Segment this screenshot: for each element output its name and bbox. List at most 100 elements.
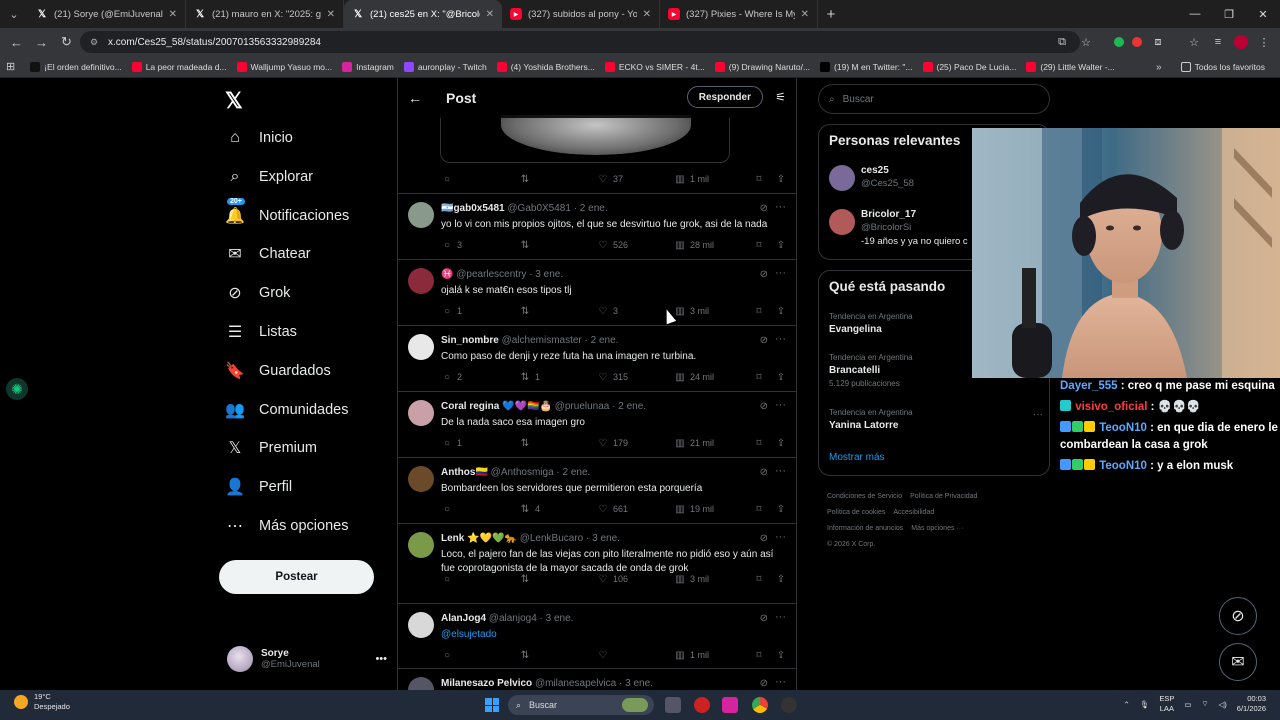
avatar[interactable] xyxy=(408,466,434,492)
share-action[interactable]: ⇪ xyxy=(775,372,787,383)
like-action[interactable]: ♡ 3 xyxy=(597,306,619,317)
reply-post[interactable]: ♓ @pearlescentry · 3 ene. ojalá k se mat€… xyxy=(398,259,796,325)
browser-tab[interactable]: 𝕏 (21) ces25 en X: "@BricolorSi P ✕ xyxy=(344,0,502,28)
views-action[interactable]: ▥ 1 mil xyxy=(674,650,709,661)
like-action[interactable]: ♡ 179 xyxy=(597,438,629,449)
footer-link[interactable]: Política de Privacidad xyxy=(910,493,977,500)
bookmark-item[interactable]: (29) Little Walter -... xyxy=(1021,61,1119,72)
reply-button[interactable]: Responder xyxy=(686,86,763,108)
reply-author-handle[interactable]: @pruelunaa · 2 ene. xyxy=(555,401,646,412)
minimize-icon[interactable]: — xyxy=(1178,0,1212,28)
repost-action[interactable]: ⇅ xyxy=(519,574,535,585)
bookmark-item[interactable]: ECKO vs SIMER - 4t... xyxy=(600,61,710,72)
avatar[interactable] xyxy=(408,532,434,558)
grok-fab-icon[interactable]: ⊘ xyxy=(1219,597,1257,635)
tab-close-icon[interactable]: ✕ xyxy=(643,9,651,20)
more-icon[interactable]: ••• xyxy=(375,653,387,665)
share-action[interactable]: ⇪ xyxy=(775,306,787,317)
x-logo-icon[interactable]: 𝕏 xyxy=(225,88,243,114)
restore-icon[interactable]: ❐ xyxy=(1212,0,1246,28)
sidebar-item-guardados[interactable]: 🔖 Guardados xyxy=(225,361,331,381)
repost-action[interactable]: ⇅ 1 xyxy=(519,372,540,383)
views-action[interactable]: ▥ 3 mil xyxy=(674,574,709,585)
bookmark-action[interactable]: ⌑ xyxy=(753,438,765,449)
grok-explain-icon[interactable]: ⊘ xyxy=(760,401,768,412)
footer-link[interactable]: Accesibilidad xyxy=(893,509,934,516)
avatar[interactable] xyxy=(408,677,434,690)
back-icon[interactable]: ← xyxy=(4,28,29,56)
reply-author-handle[interactable]: @alanjog4 · 3 ene. xyxy=(489,613,574,624)
reply-post[interactable]: Coral regina 💙💜🏳️‍🌈🎂 @pruelunaa · 2 ene.… xyxy=(398,391,796,457)
like-action[interactable]: ♡ 37 xyxy=(597,174,624,185)
reply-author-name[interactable]: Lenk ⭐💛💚🐆 xyxy=(441,533,517,544)
more-icon[interactable]: ··· xyxy=(775,399,786,411)
share-action[interactable]: ⇪ xyxy=(775,240,787,251)
tab-close-icon[interactable]: ✕ xyxy=(486,9,494,20)
footer-link[interactable]: Condiciones de Servicio xyxy=(827,493,902,500)
avatar[interactable] xyxy=(408,202,434,228)
browser-menu-icon[interactable]: ⋮ xyxy=(1256,34,1272,50)
bookmark-item[interactable]: ¡El orden definitivo... xyxy=(25,61,126,72)
grok-explain-icon[interactable]: ⊘ xyxy=(760,533,768,544)
close-window-icon[interactable]: ✕ xyxy=(1246,0,1280,28)
browser-tab[interactable]: 𝕏 (21) mauro en X: "2025: grok e ✕ xyxy=(186,0,344,28)
repost-action[interactable]: ⇅ xyxy=(519,174,535,185)
post-media[interactable] xyxy=(440,115,730,163)
avatar[interactable] xyxy=(408,268,434,294)
bookmarks-star-icon[interactable]: ☆ xyxy=(1186,34,1202,50)
mic-icon[interactable]: 🎙 xyxy=(1140,700,1150,709)
tab-close-icon[interactable]: ✕ xyxy=(169,9,177,20)
new-tab-button[interactable]: + xyxy=(818,0,844,28)
repost-action[interactable]: ⇅ xyxy=(519,306,535,317)
reply-post[interactable]: Lenk ⭐💛💚🐆 @LenkBucaro · 3 ene. Loco, el p… xyxy=(398,523,796,603)
more-icon[interactable]: ··· xyxy=(775,611,786,623)
reply-action[interactable]: ○ 1 xyxy=(441,306,462,317)
sidebar-item-grok[interactable]: ⊘ Grok xyxy=(225,283,290,303)
reply-author-handle[interactable]: @Gab0X5481 · 2 ene. xyxy=(507,203,607,214)
person-name[interactable]: Bricolor_17 xyxy=(861,209,916,220)
media-control-icon[interactable]: ≡ xyxy=(1210,34,1226,50)
bookmark-item[interactable]: (9) Drawing Naruto/... xyxy=(710,61,815,72)
site-info-icon[interactable]: ⚙ xyxy=(90,37,102,48)
chatgpt-extension-icon[interactable]: ✺ xyxy=(6,378,28,400)
person-name[interactable]: ces25 xyxy=(861,165,889,176)
reply-action[interactable]: ○ 1 xyxy=(441,438,462,449)
grok-explain-icon[interactable]: ⊘ xyxy=(760,269,768,280)
reply-author-handle[interactable]: @pearlescentry · 3 ene. xyxy=(456,269,563,280)
taskbar-search[interactable]: ⌕ Buscar xyxy=(508,695,654,715)
footer-link[interactable]: Información de anuncios xyxy=(827,525,903,532)
like-action[interactable]: ♡ 526 xyxy=(597,240,629,251)
app-red-icon[interactable] xyxy=(694,697,710,713)
more-icon[interactable]: ··· xyxy=(775,465,786,477)
windows-start-icon[interactable] xyxy=(485,698,499,712)
reply-text[interactable]: @elsujetado xyxy=(441,628,786,642)
reply-author-handle[interactable]: @alchemismaster · 2 ene. xyxy=(502,335,619,346)
search-input[interactable]: ⌕ Buscar xyxy=(818,84,1050,114)
views-action[interactable]: ▥ 3 mil xyxy=(674,306,709,317)
account-switcher[interactable]: Sorye @EmiJuvenal ••• xyxy=(227,644,387,674)
tab-close-icon[interactable]: ✕ xyxy=(327,9,335,20)
sidebar-item-premium[interactable]: 𝕏 Premium xyxy=(225,438,317,458)
grok-explain-icon[interactable]: ⊘ xyxy=(760,203,768,214)
like-action[interactable]: ♡ 661 xyxy=(597,504,629,515)
apps-grid-icon[interactable]: ⊞ xyxy=(6,60,15,73)
reply-author-handle[interactable]: @LenkBucaro · 3 ene. xyxy=(520,533,620,544)
bookmark-action[interactable]: ⌑ xyxy=(753,306,765,317)
reply-author-handle[interactable]: @Anthosmiga · 2 ene. xyxy=(491,467,591,478)
back-arrow-icon[interactable]: ← xyxy=(408,90,428,106)
more-icon[interactable]: ··· xyxy=(775,267,786,279)
views-action[interactable]: ▥ 21 mil xyxy=(674,438,714,449)
sidebar-item-comunidades[interactable]: 👥 Comunidades xyxy=(225,400,348,420)
bookmark-action[interactable]: ⌑ xyxy=(753,574,765,585)
more-icon[interactable]: ··· xyxy=(775,333,786,345)
browser-tab[interactable]: ▶ (327) Pixies - Where Is My Mind ✕ xyxy=(660,0,818,28)
share-action[interactable]: ⇪ xyxy=(775,650,787,661)
more-icon[interactable]: ··· xyxy=(775,531,786,543)
reply-action[interactable]: ○ 3 xyxy=(441,240,462,251)
bookmark-action[interactable]: ⌑ xyxy=(753,372,765,383)
chrome-icon[interactable] xyxy=(752,697,768,713)
extension-green-icon[interactable] xyxy=(1114,37,1124,47)
sidebar-item-perfil[interactable]: 👤 Perfil xyxy=(225,477,292,497)
tab-search-icon[interactable]: ⌄ xyxy=(0,0,28,28)
reply-author-name[interactable]: Milanesazo Pelvico xyxy=(441,678,532,689)
